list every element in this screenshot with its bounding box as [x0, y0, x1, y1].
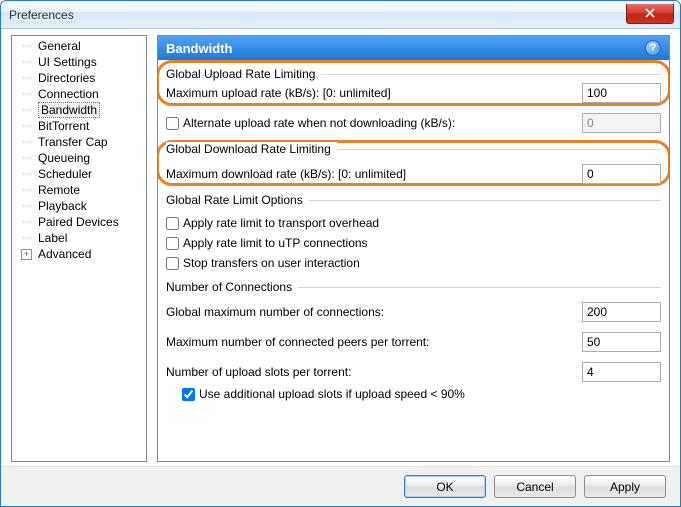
sidebar-item-general[interactable]: ⋯General — [12, 38, 146, 54]
help-button[interactable]: ? — [645, 40, 661, 56]
opt-transport-overhead-checkbox[interactable] — [166, 217, 179, 230]
group-rate-limit-options: Global Rate Limit Options Apply rate lim… — [166, 200, 661, 273]
sidebar-item-bittorrent[interactable]: ⋯BitTorrent — [12, 118, 146, 134]
sidebar-item-bandwidth[interactable]: ⋯Bandwidth — [12, 102, 146, 118]
opt-stop-interaction-label: Stop transfers on user interaction — [183, 256, 360, 270]
sidebar-item-transfer-cap[interactable]: ⋯Transfer Cap — [12, 134, 146, 150]
panel-title: Bandwidth — [166, 41, 232, 56]
max-download-label: Maximum download rate (kB/s): [0: unlimi… — [166, 167, 406, 181]
sidebar-item-paired-devices[interactable]: ⋯Paired Devices — [12, 214, 146, 230]
sidebar-item-ui-settings[interactable]: ⋯UI Settings — [12, 54, 146, 70]
group-options-title: Global Rate Limit Options — [166, 193, 309, 207]
group-upload-title: Global Upload Rate Limiting — [166, 67, 321, 81]
extra-slots-label: Use additional upload slots if upload sp… — [199, 387, 465, 401]
peers-per-torrent-input[interactable] — [582, 332, 661, 352]
sidebar-item-queueing[interactable]: ⋯Queueing — [12, 150, 146, 166]
opt-stop-interaction-checkbox[interactable] — [166, 257, 179, 270]
global-conn-input[interactable] — [582, 302, 661, 322]
preferences-window: Preferences ⋯General ⋯UI Settings ⋯Direc… — [0, 0, 681, 507]
peers-per-torrent-label: Maximum number of connected peers per to… — [166, 335, 429, 349]
upload-slots-input[interactable] — [582, 362, 661, 382]
opt-transport-overhead-label: Apply rate limit to transport overhead — [183, 216, 379, 230]
upload-slots-label: Number of upload slots per torrent: — [166, 365, 351, 379]
close-button[interactable] — [626, 4, 674, 24]
sidebar-item-directories[interactable]: ⋯Directories — [12, 70, 146, 86]
group-connections: Number of Connections Global maximum num… — [166, 287, 661, 404]
max-upload-input[interactable] — [582, 83, 661, 103]
close-icon — [645, 8, 655, 18]
group-upload: Global Upload Rate Limiting Maximum uplo… — [166, 74, 661, 135]
settings-panel: Bandwidth ? Global Upload Rate Limiting … — [157, 35, 670, 462]
group-download-title: Global Download Rate Limiting — [166, 142, 337, 156]
panel-header: Bandwidth ? — [158, 36, 669, 60]
alt-upload-input — [582, 113, 661, 133]
titlebar: Preferences — [1, 1, 680, 29]
global-conn-label: Global maximum number of connections: — [166, 305, 384, 319]
max-download-input[interactable] — [582, 164, 661, 184]
ok-button[interactable]: OK — [404, 475, 486, 498]
group-download: Global Download Rate Limiting Maximum do… — [166, 149, 661, 186]
apply-button[interactable]: Apply — [584, 475, 666, 498]
alt-upload-checkbox[interactable] — [166, 117, 179, 130]
sidebar-item-remote[interactable]: ⋯Remote — [12, 182, 146, 198]
sidebar-item-playback[interactable]: ⋯Playback — [12, 198, 146, 214]
sidebar-item-advanced[interactable]: +Advanced — [12, 246, 146, 262]
help-icon: ? — [650, 42, 657, 54]
window-title: Preferences — [9, 8, 74, 22]
expand-icon[interactable]: + — [21, 249, 32, 260]
sidebar-item-scheduler[interactable]: ⋯Scheduler — [12, 166, 146, 182]
cancel-button[interactable]: Cancel — [494, 475, 576, 498]
extra-slots-checkbox[interactable] — [182, 388, 195, 401]
category-tree[interactable]: ⋯General ⋯UI Settings ⋯Directories ⋯Conn… — [11, 35, 147, 462]
opt-utp-checkbox[interactable] — [166, 237, 179, 250]
group-connections-title: Number of Connections — [166, 280, 298, 294]
max-upload-label: Maximum upload rate (kB/s): [0: unlimite… — [166, 86, 391, 100]
alt-upload-label: Alternate upload rate when not downloadi… — [183, 116, 455, 130]
dialog-footer: OK Cancel Apply — [1, 466, 680, 506]
opt-utp-label: Apply rate limit to uTP connections — [183, 236, 368, 250]
sidebar-item-label[interactable]: ⋯Label — [12, 230, 146, 246]
sidebar-item-connection[interactable]: ⋯Connection — [12, 86, 146, 102]
